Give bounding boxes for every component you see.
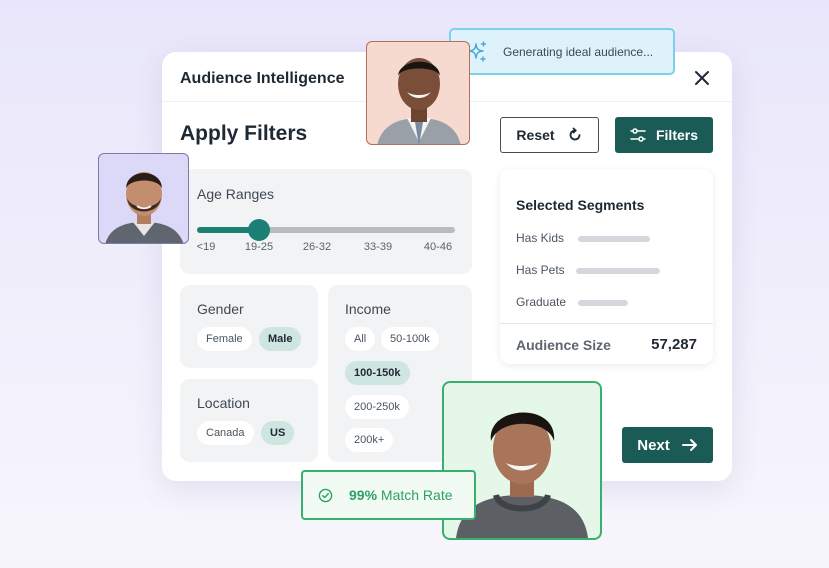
age-slider-thumb[interactable] [248,219,270,241]
chip-male[interactable]: Male [259,327,302,351]
segment-item: Graduate [516,295,567,309]
chip-100-150k[interactable]: 100-150k [345,361,410,385]
segment-item: Has Kids [516,231,565,245]
arrow-right-icon [681,439,697,451]
chip-us[interactable]: US [261,421,295,445]
segment-item: Has Pets [516,263,565,277]
refresh-icon [569,127,580,141]
location-panel: Location Canada US [180,379,318,462]
age-slider-track[interactable] [197,219,455,241]
segment-bar [576,268,660,274]
age-tick: 33-39 [363,241,393,253]
chip-canada[interactable]: Canada [197,421,254,445]
chip-50-100k[interactable]: 50-100k [381,327,439,351]
toast-text: Generating ideal audience... [503,44,654,59]
age-range-panel: Age Ranges <19 19-25 26-32 33-39 40-46 [180,169,472,274]
chip-all[interactable]: All [345,327,376,351]
filters-label: Filters [655,127,698,143]
location-label: Location [197,395,250,411]
income-label: Income [345,301,391,317]
age-tick: 40-46 [423,241,453,253]
match-rate-value: 99% [349,487,378,503]
segment-bar [578,236,650,242]
chip-female[interactable]: Female [197,327,252,351]
card-title: Audience Intelligence [180,70,345,87]
chip-200k-plus[interactable]: 200k+ [345,428,394,452]
close-icon[interactable] [690,66,714,90]
age-tick: 19-25 [244,241,274,253]
next-button[interactable]: Next [622,427,713,463]
filters-button[interactable]: Filters [615,117,713,153]
avatar [98,153,189,244]
chip-200-250k[interactable]: 200-250k [345,395,409,419]
avatar [366,41,470,145]
age-tick: <19 [196,241,216,253]
match-rate-badge: 99% Match Rate [301,470,476,520]
generating-toast: Generating ideal audience... [449,28,675,75]
age-range-label: Age Ranges [197,186,275,202]
selected-segments-card: Selected Segments Has Kids Has Pets Grad… [500,169,713,364]
page-title: Apply Filters [180,122,308,145]
segments-divider [500,323,713,324]
sliders-icon [630,128,646,142]
match-rate-label: Match Rate [380,487,453,503]
gender-label: Gender [197,301,244,317]
segments-title: Selected Segments [516,197,645,213]
age-tick: 26-32 [302,241,332,253]
audience-size-label: Audience Size [516,337,611,353]
audience-size-value: 57,287 [651,336,697,353]
gender-panel: Gender Female Male [180,285,318,368]
segment-bar [578,300,628,306]
reset-button[interactable]: Reset [500,117,599,153]
reset-label: Reset [516,127,555,143]
next-label: Next [637,436,670,454]
check-circle-icon [318,488,333,502]
